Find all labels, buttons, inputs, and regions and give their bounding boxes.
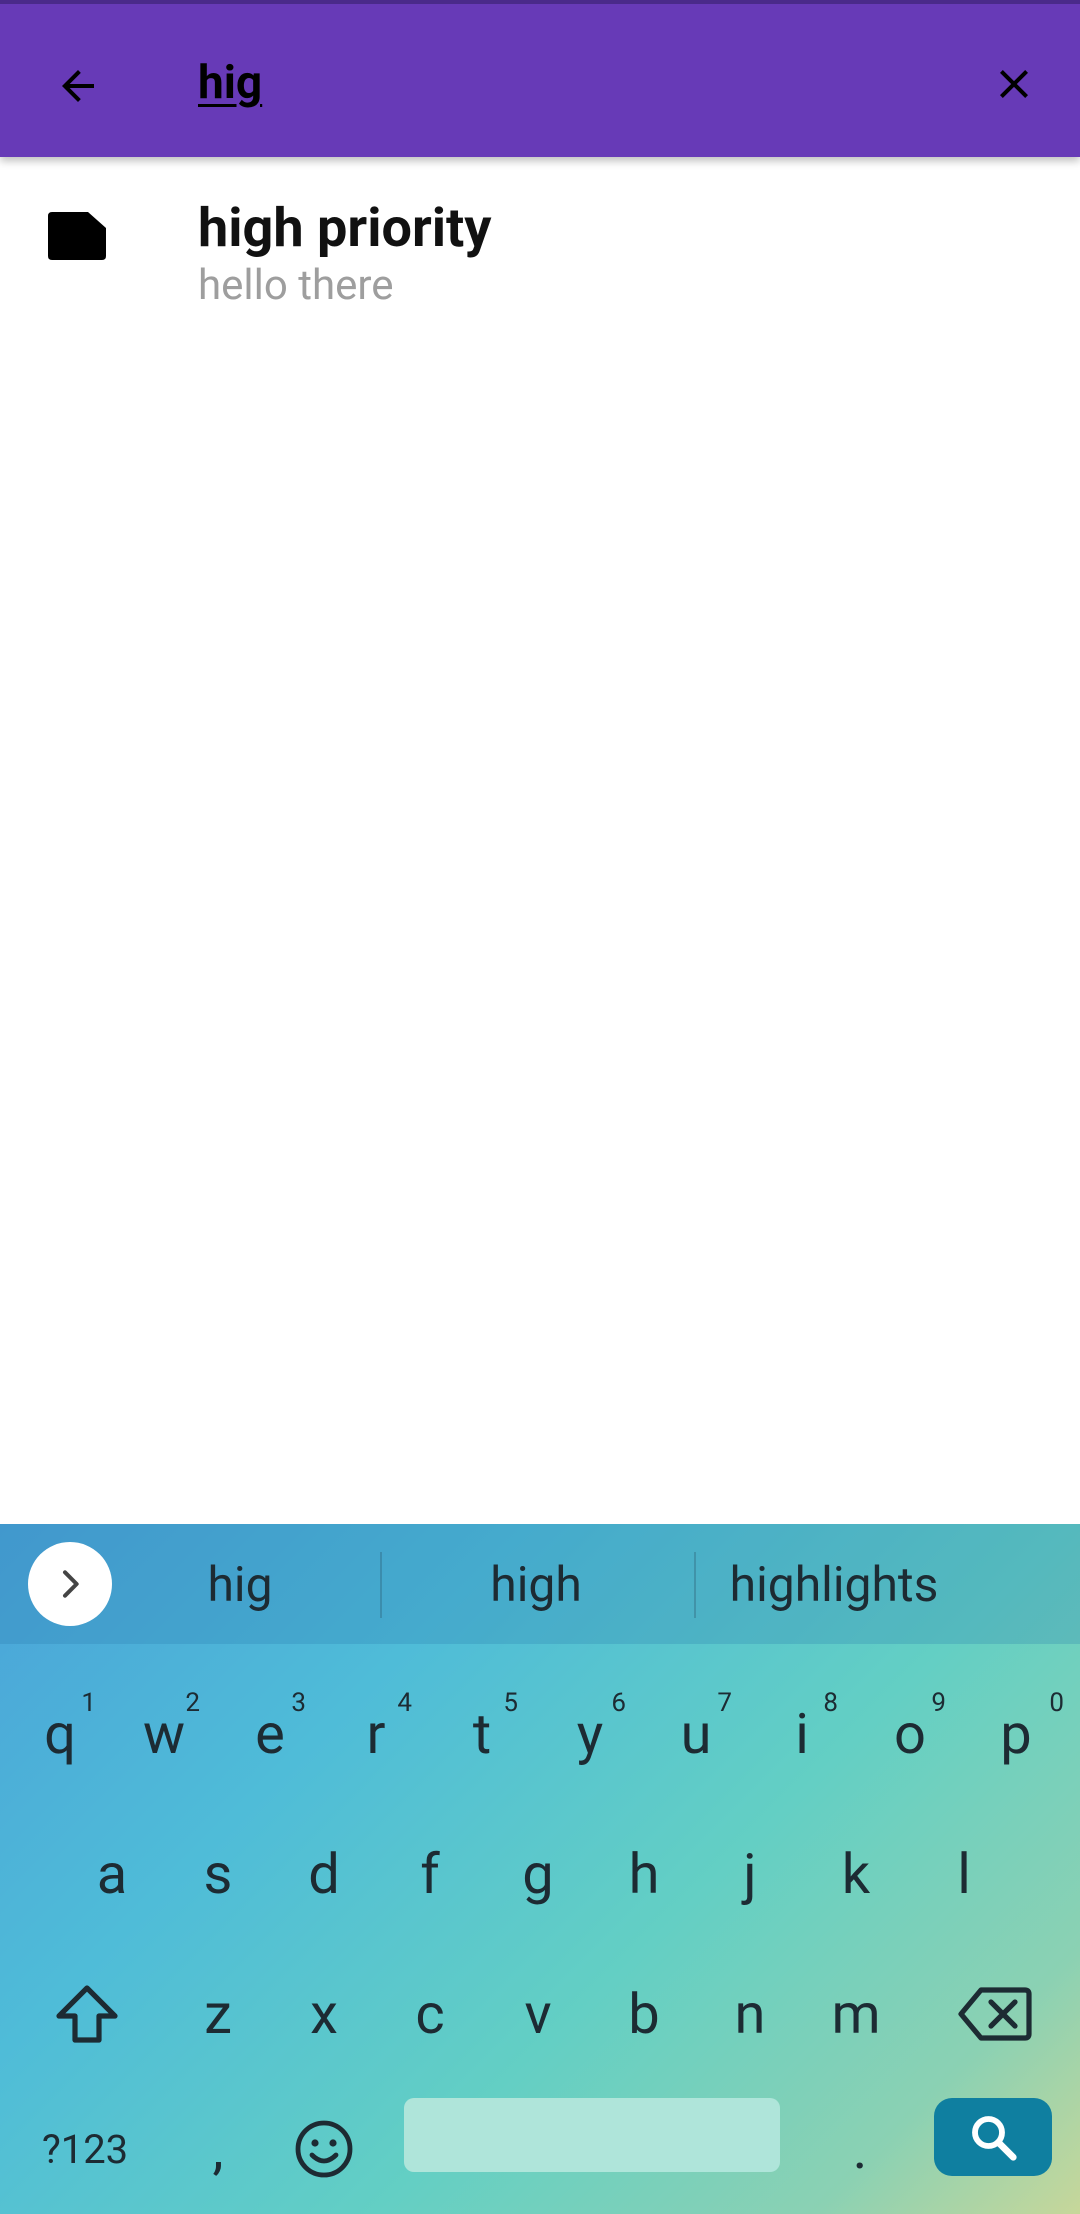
key-label: o <box>894 1701 926 1767</box>
suggestion-1[interactable]: hig <box>140 1524 340 1644</box>
period-key[interactable]: . <box>810 2094 910 2204</box>
result-title: high priority <box>198 197 492 260</box>
back-button[interactable] <box>42 50 114 122</box>
key-label: p <box>1000 1701 1032 1767</box>
chevron-right-icon <box>63 1570 79 1598</box>
key-o[interactable]: o 9 <box>860 1674 960 1794</box>
key-s[interactable]: s <box>168 1814 268 1934</box>
key-v[interactable]: v <box>488 1954 588 2074</box>
key-a[interactable]: a <box>62 1814 162 1934</box>
clear-search-button[interactable] <box>978 48 1050 120</box>
key-e[interactable]: e 3 <box>220 1674 320 1794</box>
emoji-key[interactable] <box>274 2094 374 2204</box>
backspace-key[interactable] <box>940 1954 1050 2074</box>
key-label: y <box>576 1701 604 1767</box>
key-d[interactable]: d <box>274 1814 374 1934</box>
on-screen-keyboard: hig high highlights q 1 w 2 e 3 r 4 t 5 … <box>0 1524 1080 2214</box>
key-f[interactable]: f <box>380 1814 480 1934</box>
key-x[interactable]: x <box>274 1954 374 2074</box>
key-hint: 8 <box>823 1688 838 1718</box>
key-label: r <box>366 1701 386 1767</box>
key-p[interactable]: p 0 <box>966 1674 1066 1794</box>
emoji-icon <box>295 2120 353 2178</box>
search-app-bar: hig <box>0 0 1080 157</box>
suggestion-divider <box>380 1552 382 1618</box>
key-hint: 9 <box>931 1688 946 1718</box>
key-hint: 5 <box>503 1688 518 1718</box>
key-label: i <box>795 1701 809 1767</box>
key-r[interactable]: r 4 <box>326 1674 426 1794</box>
key-hint: 0 <box>1049 1688 1064 1718</box>
key-t[interactable]: t 5 <box>432 1674 532 1794</box>
key-label: w <box>142 1701 186 1767</box>
key-b[interactable]: b <box>594 1954 694 2074</box>
key-u[interactable]: u 7 <box>646 1674 746 1794</box>
space-key[interactable] <box>404 2098 780 2172</box>
suggestion-3[interactable]: highlights <box>704 1524 964 1644</box>
key-k[interactable]: k <box>806 1814 906 1934</box>
key-hint: 1 <box>81 1688 96 1718</box>
suggestion-strip: hig high highlights <box>0 1524 1080 1644</box>
search-input[interactable]: hig <box>198 48 262 118</box>
key-w[interactable]: w 2 <box>114 1674 214 1794</box>
search-result-item[interactable]: high priority hello there <box>0 180 1080 320</box>
key-j[interactable]: j <box>700 1814 800 1934</box>
symbols-key[interactable]: ?123 <box>20 2094 150 2204</box>
key-i[interactable]: i 8 <box>752 1674 852 1794</box>
suggestion-divider <box>694 1552 696 1618</box>
key-hint: 7 <box>717 1688 732 1718</box>
arrow-left-icon <box>62 70 94 102</box>
key-n[interactable]: n <box>700 1954 800 2074</box>
note-icon <box>48 212 106 260</box>
key-hint: 2 <box>185 1688 200 1718</box>
key-y[interactable]: y 6 <box>540 1674 640 1794</box>
key-hint: 4 <box>397 1688 412 1718</box>
key-z[interactable]: z <box>168 1954 268 2074</box>
key-label: t <box>472 1701 492 1767</box>
shift-key[interactable] <box>32 1954 142 2074</box>
shift-icon <box>56 1985 118 2043</box>
key-q[interactable]: q 1 <box>10 1674 110 1794</box>
key-hint: 3 <box>291 1688 306 1718</box>
backspace-icon <box>958 1987 1032 2041</box>
search-action-key[interactable] <box>934 2098 1052 2176</box>
suggestion-2[interactable]: high <box>420 1524 652 1644</box>
key-label: q <box>44 1701 76 1767</box>
search-icon <box>972 2116 1017 2161</box>
key-h[interactable]: h <box>594 1814 694 1934</box>
key-l[interactable]: l <box>914 1814 1014 1934</box>
key-hint: 6 <box>611 1688 626 1718</box>
expand-toolbar-button[interactable] <box>28 1542 112 1626</box>
close-icon <box>1000 70 1028 98</box>
key-label: u <box>680 1701 712 1767</box>
comma-key[interactable]: , <box>168 2094 268 2204</box>
key-g[interactable]: g <box>488 1814 588 1934</box>
key-label: e <box>255 1701 285 1767</box>
key-m[interactable]: m <box>806 1954 906 2074</box>
result-snippet: hello there <box>198 261 394 310</box>
key-c[interactable]: c <box>380 1954 480 2074</box>
